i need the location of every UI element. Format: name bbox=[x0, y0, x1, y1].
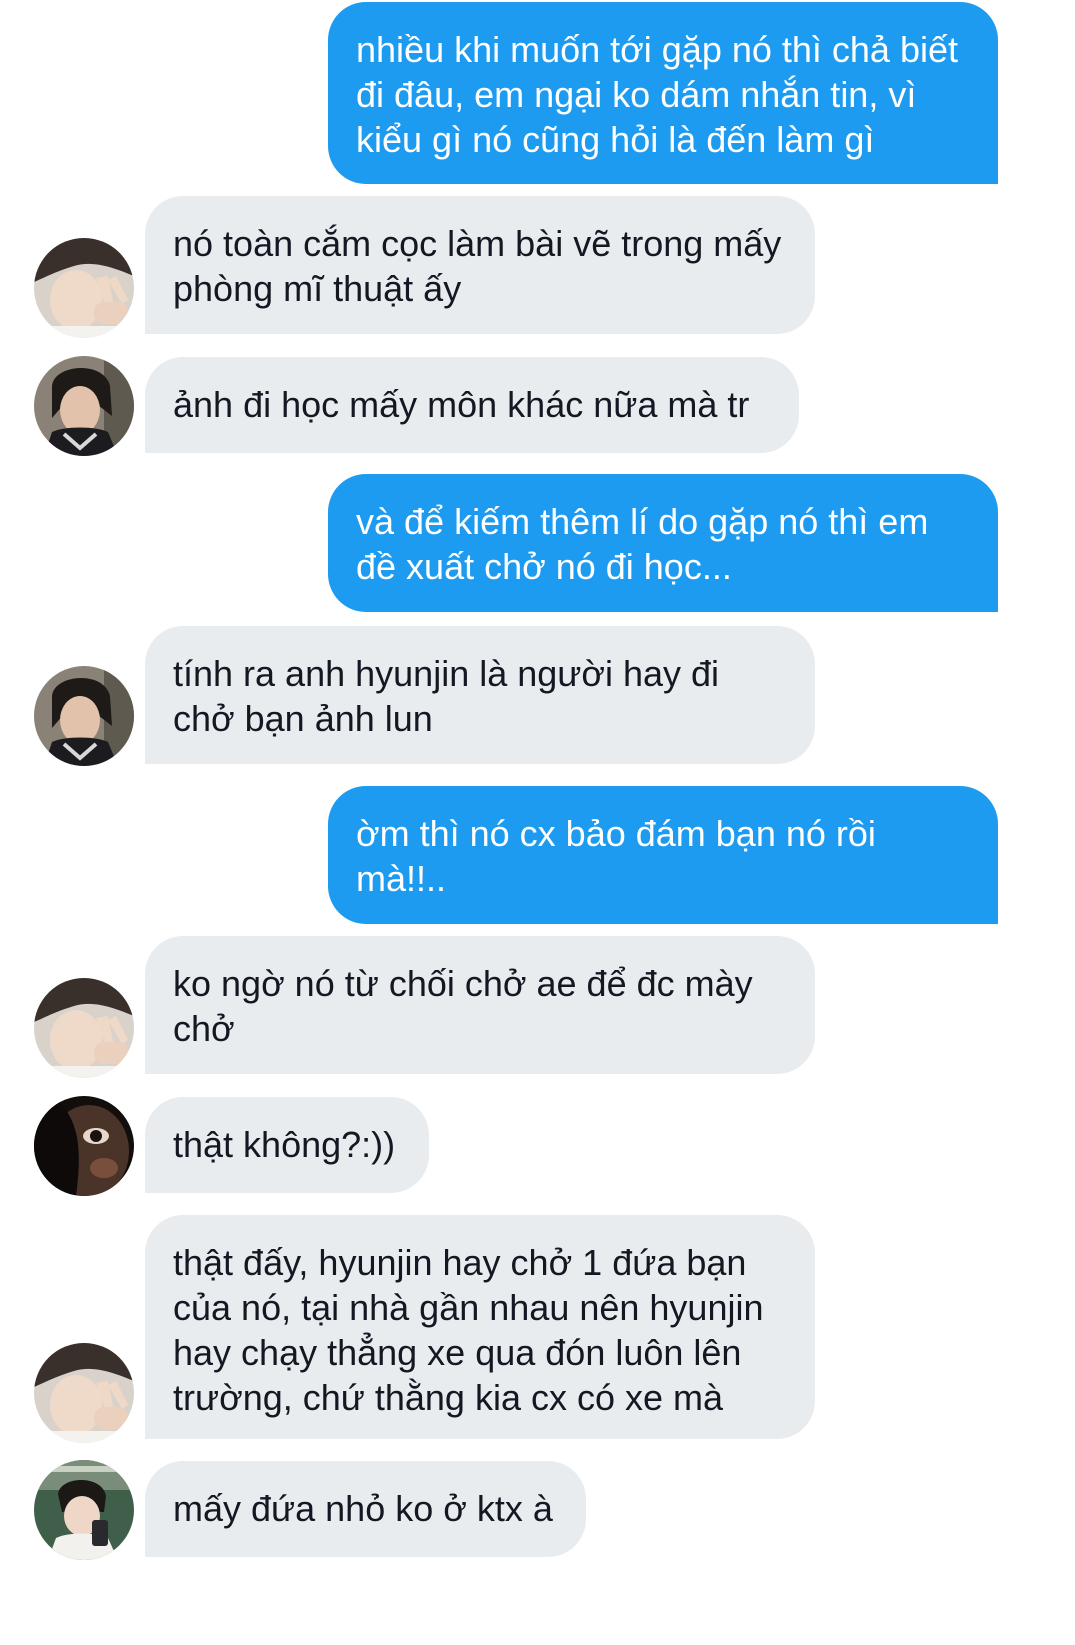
message-text: ờm thì nó cx bảo đám bạn nó rồi mà!!.. bbox=[356, 813, 876, 899]
message-text: nó toàn cắm cọc làm bài vẽ trong mấy phò… bbox=[173, 223, 782, 309]
incoming-message-bubble[interactable]: thật đấy, hyunjin hay chở 1 đứa bạn của … bbox=[145, 1215, 815, 1439]
message-text: thật không?:)) bbox=[173, 1124, 396, 1165]
message-text: mấy đứa nhỏ ko ở ktx à bbox=[173, 1488, 553, 1529]
incoming-message-bubble[interactable]: thật không?:)) bbox=[145, 1097, 429, 1193]
conversation-thread: nhiều khi muốn tới gặp nó thì chả biết đ… bbox=[0, 0, 1075, 1645]
peace-sign-avatar-icon bbox=[34, 978, 134, 1078]
outgoing-message-bubble[interactable]: nhiều khi muốn tới gặp nó thì chả biết đ… bbox=[328, 2, 998, 184]
dark-hair-avatar[interactable] bbox=[34, 666, 134, 766]
incoming-message-bubble[interactable]: nó toàn cắm cọc làm bài vẽ trong mấy phò… bbox=[145, 196, 815, 334]
outgoing-message-bubble[interactable]: ờm thì nó cx bảo đám bạn nó rồi mà!!.. bbox=[328, 786, 998, 924]
message-text: ảnh đi học mấy môn khác nữa mà tr bbox=[173, 384, 750, 425]
outgoing-message-bubble[interactable]: và để kiếm thêm lí do gặp nó thì em đề x… bbox=[328, 474, 998, 612]
incoming-message-bubble[interactable]: ảnh đi học mấy môn khác nữa mà tr bbox=[145, 357, 799, 453]
peace-sign-avatar[interactable] bbox=[34, 978, 134, 1078]
dark-hair-avatar[interactable] bbox=[34, 356, 134, 456]
message-text: ko ngờ nó từ chối chở ae để đc mày chở bbox=[173, 963, 753, 1049]
phone-selfie-avatar-icon bbox=[34, 1460, 134, 1560]
closeup-eye-avatar-icon bbox=[34, 1096, 134, 1196]
message-text: thật đấy, hyunjin hay chở 1 đứa bạn của … bbox=[173, 1242, 764, 1418]
incoming-message-bubble[interactable]: ko ngờ nó từ chối chở ae để đc mày chở bbox=[145, 936, 815, 1074]
peace-sign-avatar[interactable] bbox=[34, 1343, 134, 1443]
incoming-message-bubble[interactable]: mấy đứa nhỏ ko ở ktx à bbox=[145, 1461, 586, 1557]
dark-hair-avatar-icon bbox=[34, 666, 134, 766]
peace-sign-avatar-icon bbox=[34, 238, 134, 338]
dark-hair-avatar-icon bbox=[34, 356, 134, 456]
closeup-eye-avatar[interactable] bbox=[34, 1096, 134, 1196]
peace-sign-avatar[interactable] bbox=[34, 238, 134, 338]
phone-selfie-avatar[interactable] bbox=[34, 1460, 134, 1560]
message-text: và để kiếm thêm lí do gặp nó thì em đề x… bbox=[356, 501, 929, 587]
incoming-message-bubble[interactable]: tính ra anh hyunjin là người hay đi chở … bbox=[145, 626, 815, 764]
message-text: nhiều khi muốn tới gặp nó thì chả biết đ… bbox=[356, 29, 958, 160]
message-text: tính ra anh hyunjin là người hay đi chở … bbox=[173, 653, 720, 739]
peace-sign-avatar-icon bbox=[34, 1343, 134, 1443]
